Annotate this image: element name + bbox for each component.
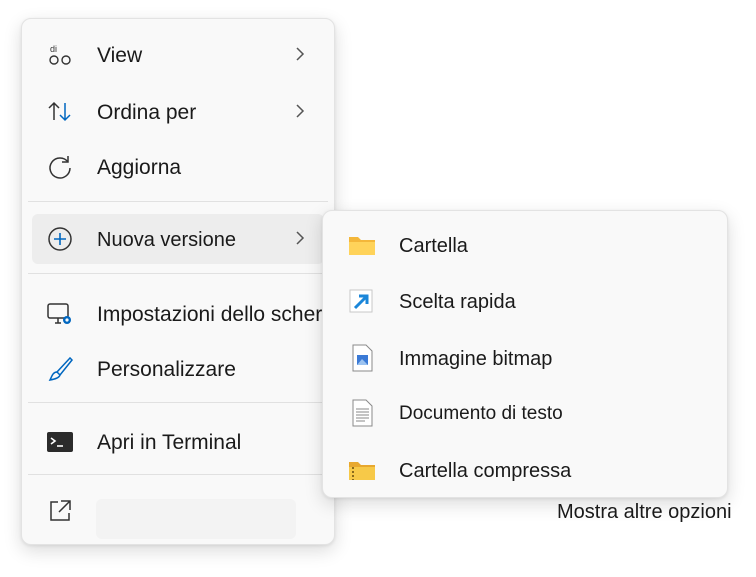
open-external-icon [46,497,74,525]
submenu-item-shortcut[interactable]: Scelta rapida [333,277,717,325]
submenu-item-zip-folder[interactable]: Cartella compressa [333,446,717,494]
menu-item-refresh[interactable]: Aggiorna [32,142,324,192]
menu-item-label: View [97,44,143,67]
display-settings-icon [46,300,74,328]
menu-item-new[interactable]: Nuova versione [32,214,324,264]
terminal-icon [46,428,74,456]
sort-icon [46,98,74,126]
menu-item-terminal[interactable]: Apri in Terminal [32,417,324,467]
submenu-item-label: Cartella compressa [399,460,572,482]
chevron-right-icon [294,101,306,121]
view-icon: di [46,41,74,69]
menu-separator [28,402,328,403]
submenu-item-label: Documento di testo [399,403,563,424]
menu-item-label: Impostazioni dello schermo [97,303,352,326]
menu-item-label: Ordina per [97,101,197,124]
refresh-icon [46,153,74,181]
menu-item-display-settings[interactable]: Impostazioni dello schermo [32,289,351,339]
menu-separator [28,474,328,475]
plus-circle-icon [46,225,74,253]
context-menu: di View Ordina per Aggiorna Nuova versio… [21,18,351,545]
menu-separator [28,273,328,274]
brush-icon [46,355,74,383]
submenu-item-text-document[interactable]: Documento di testo [333,389,717,437]
menu-item-personalize[interactable]: Personalizzare [32,344,324,394]
zip-folder-icon [347,456,377,484]
more-options-placeholder [96,499,296,539]
menu-item-label: Apri in Terminal [97,431,242,454]
submenu-item-label: Immagine bitmap [399,348,553,370]
svg-text:di: di [50,44,57,54]
more-options-label[interactable]: Mostra altre opzioni [557,500,732,524]
new-submenu: Cartella Scelta rapida Immagine bitmap D… [322,210,728,498]
submenu-item-label: Scelta rapida [399,291,516,313]
shortcut-icon [347,287,377,315]
chevron-right-icon [294,228,306,248]
text-document-icon [347,399,377,427]
submenu-item-bitmap[interactable]: Immagine bitmap [333,334,717,382]
menu-item-label: Personalizzare [97,358,236,381]
menu-item-label: Aggiorna [97,156,182,179]
submenu-item-folder[interactable]: Cartella [333,221,717,269]
submenu-item-label: Cartella [399,235,468,257]
bitmap-icon [347,344,377,372]
menu-item-sort[interactable]: Ordina per [32,87,324,137]
menu-item-label: Nuova versione [97,229,236,251]
menu-item-view[interactable]: di View [32,30,324,80]
folder-icon [347,231,377,259]
menu-separator [28,201,328,202]
chevron-right-icon [294,44,306,64]
